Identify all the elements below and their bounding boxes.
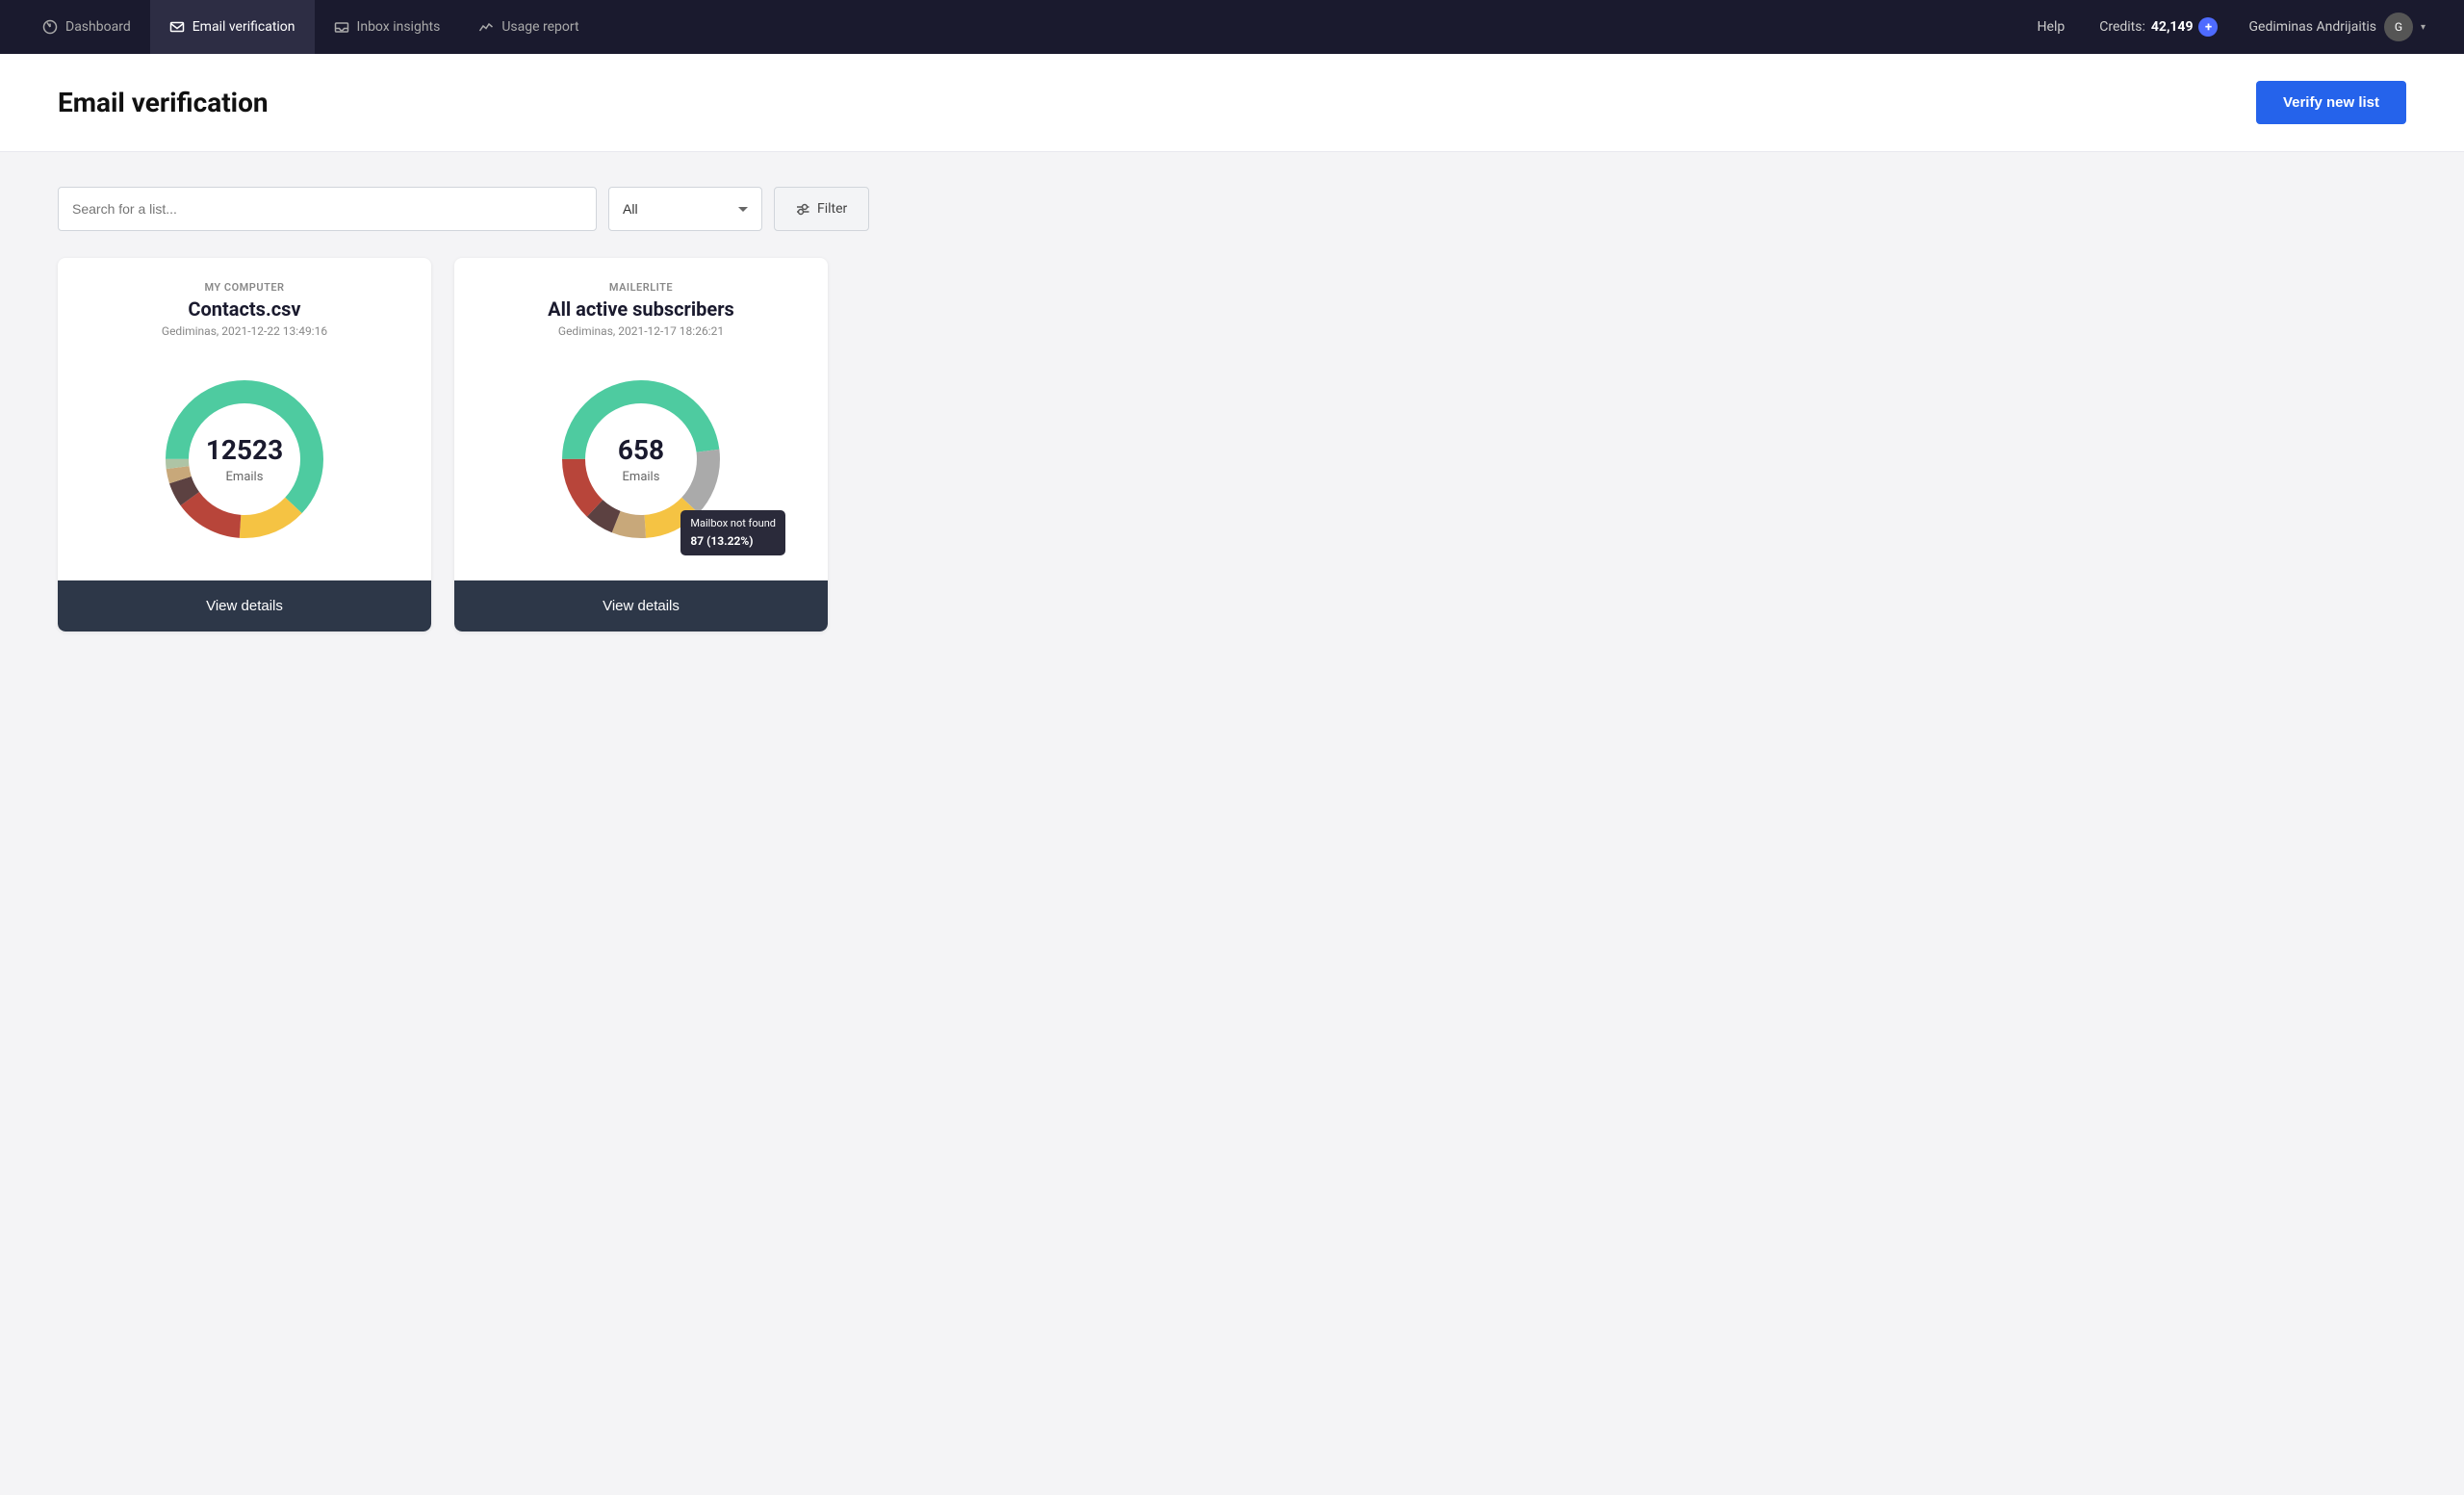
card-body-2: 🗑 MAILERLITE All active subscribers Gedi…: [454, 258, 828, 565]
search-wrap: [58, 187, 597, 231]
nav-credits: Credits: 42,149 +: [2084, 17, 2233, 37]
nav-user[interactable]: Gediminas Andrijaitis G ▾: [2233, 13, 2441, 41]
card-active-subscribers: 🗑 MAILERLITE All active subscribers Gedi…: [454, 258, 828, 632]
avatar: G: [2384, 13, 2413, 41]
search-input[interactable]: [72, 201, 582, 217]
email-icon: [169, 19, 185, 35]
inbox-icon: [334, 19, 349, 35]
page-title: Email verification: [58, 87, 269, 118]
card-body-1: 🗑 MY COMPUTER Contacts.csv Gediminas, 20…: [58, 258, 431, 565]
chart-icon: [478, 19, 494, 35]
user-menu-chevron: ▾: [2421, 22, 2426, 33]
filter-button[interactable]: Filter: [774, 187, 869, 231]
cards-grid: 🗑 MY COMPUTER Contacts.csv Gediminas, 20…: [58, 258, 828, 632]
status-select[interactable]: All Verified Unverified: [623, 201, 731, 217]
view-details-button-1[interactable]: View details: [58, 580, 431, 632]
donut-chart-2: 658 Emails Mailbox not found 87 (13.22%): [477, 353, 805, 565]
nav-item-dashboard[interactable]: Dashboard: [23, 0, 150, 54]
status-filter-wrap: All Verified Unverified: [608, 187, 762, 231]
nav-item-inbox-insights[interactable]: Inbox insights: [315, 0, 460, 54]
content-area: All Verified Unverified Filter 🗑 MY COMP…: [0, 152, 2464, 666]
nav-item-usage-report[interactable]: Usage report: [459, 0, 598, 54]
verify-new-list-button[interactable]: Verify new list: [2256, 81, 2406, 124]
donut-chart-1: 12523 Emails: [81, 353, 408, 565]
page-header: Email verification Verify new list: [0, 54, 2464, 152]
add-credits-button[interactable]: +: [2198, 17, 2218, 37]
donut-center-1: 12523 Emails: [206, 434, 283, 484]
filter-icon: [796, 202, 809, 216]
donut-center-2: 658 Emails: [618, 434, 664, 484]
card-footer-1: View details: [58, 580, 431, 632]
navbar: Dashboard Email verification Inbox insig…: [0, 0, 2464, 54]
filter-bar: All Verified Unverified Filter: [58, 187, 2406, 231]
nav-help[interactable]: Help: [2018, 19, 2085, 35]
card-contacts-csv: 🗑 MY COMPUTER Contacts.csv Gediminas, 20…: [58, 258, 431, 632]
view-details-button-2[interactable]: View details: [454, 580, 828, 632]
card-footer-2: View details: [454, 580, 828, 632]
nav-item-email-verification[interactable]: Email verification: [150, 0, 315, 54]
select-chevron: [738, 207, 748, 212]
dashboard-icon: [42, 19, 58, 35]
